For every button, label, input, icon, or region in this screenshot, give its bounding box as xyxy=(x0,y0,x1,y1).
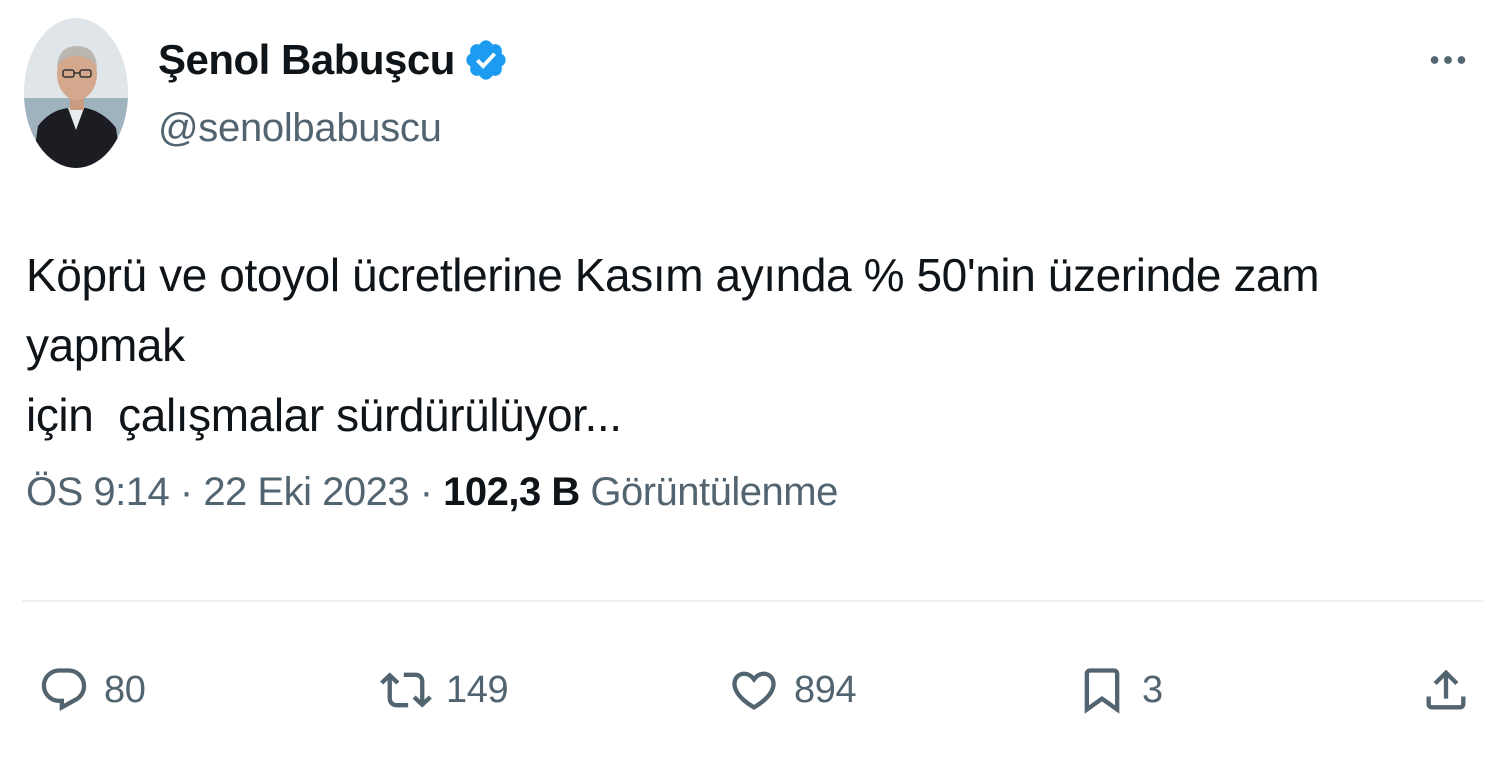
views-label: Görüntülenme xyxy=(579,470,838,514)
action-bar: 80 149 894 3 xyxy=(0,655,1500,725)
meta-separator: · xyxy=(169,470,204,514)
share-icon xyxy=(1426,669,1466,710)
author-info: Şenol Babuşcu @senolbabuscu xyxy=(158,30,509,151)
meta-separator: · xyxy=(409,470,444,514)
username-handle[interactable]: @senolbabuscu xyxy=(158,106,509,151)
divider xyxy=(22,600,1484,602)
avatar-photo xyxy=(24,18,128,168)
views-count[interactable]: 102,3 B xyxy=(443,470,580,515)
retweet-count: 149 xyxy=(446,668,509,711)
tweet-card: Şenol Babuşcu @senolbabuscu Köprü ve oto… xyxy=(0,0,1500,775)
tweet-date[interactable]: 22 Eki 2023 xyxy=(203,470,409,515)
share-button[interactable] xyxy=(1420,655,1472,725)
tweet-time[interactable]: ÖS 9:14 xyxy=(26,470,170,515)
name-row: Şenol Babuşcu xyxy=(158,30,509,90)
bookmark-button[interactable]: 3 xyxy=(1076,655,1163,725)
tweet-meta: ÖS 9:14 · 22 Eki 2023 · 102,3 B Görüntül… xyxy=(26,470,838,515)
reply-count: 80 xyxy=(104,668,146,711)
more-horizontal-icon xyxy=(1430,56,1466,64)
verified-badge-icon[interactable] xyxy=(463,37,509,83)
like-count: 894 xyxy=(794,668,857,711)
tweet-text: Köprü ve otoyol ücretlerine Kasım ayında… xyxy=(26,249,1320,441)
more-options-button[interactable] xyxy=(1418,30,1478,90)
retweet-button[interactable]: 149 xyxy=(380,655,509,725)
bookmark-count: 3 xyxy=(1142,668,1163,711)
bookmark-icon xyxy=(1084,668,1120,714)
heart-icon xyxy=(732,671,776,710)
reply-icon xyxy=(41,668,87,712)
reply-button[interactable]: 80 xyxy=(38,655,146,725)
retweet-icon xyxy=(380,672,432,708)
avatar[interactable] xyxy=(24,18,128,168)
display-name[interactable]: Şenol Babuşcu xyxy=(158,36,455,84)
like-button[interactable]: 894 xyxy=(728,655,857,725)
